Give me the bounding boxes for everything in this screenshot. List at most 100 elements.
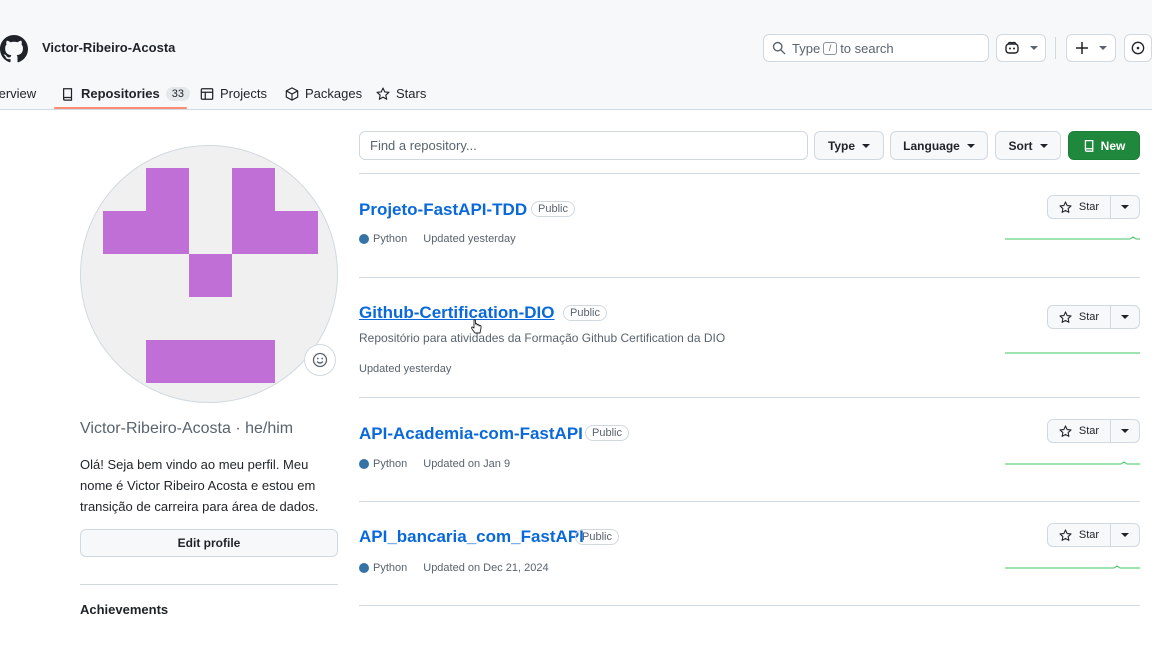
star-list-dropdown[interactable] xyxy=(1110,305,1140,329)
profile-name: Victor-Ribeiro-Acosta · he/him xyxy=(80,420,294,437)
activity-sparkline xyxy=(1005,236,1140,240)
browser-top-strip xyxy=(0,0,1152,23)
avatar-pixel xyxy=(232,211,318,254)
activity-sparkline xyxy=(1005,461,1140,465)
caret-down-icon xyxy=(862,143,871,148)
plus-icon xyxy=(1076,42,1088,54)
repo-updated: Updated on Jan 9 xyxy=(423,458,511,470)
star-list-dropdown[interactable] xyxy=(1110,419,1140,443)
type-filter-label: Type xyxy=(827,138,856,153)
tab-projects[interactable]: Projects xyxy=(200,77,267,110)
tab-repositories[interactable]: Repositories 33 xyxy=(61,77,190,110)
star-button[interactable]: Star xyxy=(1047,523,1111,547)
find-repository-input[interactable] xyxy=(359,131,808,160)
avatar-pixel xyxy=(146,168,189,211)
copilot-button[interactable] xyxy=(996,34,1046,62)
new-button-label: New xyxy=(1100,138,1126,153)
caret-down-icon xyxy=(1039,143,1048,148)
new-repository-button[interactable]: New xyxy=(1068,131,1140,160)
tab-label: Stars xyxy=(396,86,427,101)
header-divider xyxy=(1055,37,1056,59)
tab-overview[interactable]: Overview xyxy=(0,77,36,110)
star-label: Star xyxy=(1078,425,1100,437)
activity-sparkline xyxy=(1005,352,1140,354)
repo-count-badge: 33 xyxy=(165,86,190,101)
star-button[interactable]: Star xyxy=(1047,419,1111,443)
visibility-badge: Public xyxy=(575,529,619,545)
sort-button[interactable]: Sort xyxy=(995,131,1061,160)
star-button[interactable]: Star xyxy=(1047,305,1111,329)
search-shortcut-key: / xyxy=(823,41,838,55)
edit-profile-button[interactable]: Edit profile xyxy=(80,529,338,557)
active-tab-underline xyxy=(54,107,187,109)
language-filter-label: Language xyxy=(903,138,960,153)
create-new-button[interactable] xyxy=(1066,34,1116,62)
profile-bio: Olá! Seja bem vindo ao meu perfil. Meu n… xyxy=(80,457,319,514)
search-placeholder-post: to search xyxy=(840,40,894,56)
repo-language: Python xyxy=(373,562,408,574)
type-filter-button[interactable]: Type xyxy=(814,131,884,160)
caret-down-icon xyxy=(1121,315,1129,319)
chevron-down-icon xyxy=(1030,46,1038,50)
repo-description: Repositório para atividades da Formação … xyxy=(359,331,726,345)
repo-updated: Updated on Dec 21, 2024 xyxy=(423,562,549,574)
global-search-input[interactable]: Type / to search xyxy=(763,34,989,62)
star-icon xyxy=(1059,200,1072,213)
caret-down-icon xyxy=(1121,533,1129,537)
repo-meta: Python Updated on Dec 21, 2024 xyxy=(359,562,549,574)
activity-sparkline xyxy=(1005,565,1140,569)
achievements-heading[interactable]: Achievements xyxy=(80,602,168,617)
tab-packages[interactable]: Packages xyxy=(285,77,362,110)
visibility-badge: Public xyxy=(563,305,607,321)
repo-meta: Python Updated on Jan 9 xyxy=(359,458,510,470)
repo-meta: Python Updated yesterday xyxy=(359,233,516,245)
repo-link[interactable]: Projeto-FastAPI-TDD xyxy=(359,200,527,220)
repo-meta: Updated yesterday xyxy=(359,363,451,375)
star-button[interactable]: Star xyxy=(1047,195,1111,219)
smiley-icon xyxy=(312,352,328,368)
star-list-dropdown[interactable] xyxy=(1110,523,1140,547)
copilot-icon xyxy=(1005,41,1019,54)
caret-down-icon xyxy=(966,143,975,148)
github-header: Victor-Ribeiro-Acosta Type / to search O… xyxy=(0,23,1152,110)
list-divider xyxy=(359,397,1140,398)
star-icon xyxy=(1059,528,1072,541)
star-icon xyxy=(1059,310,1072,323)
list-divider xyxy=(359,173,1140,174)
avatar-pixel xyxy=(232,168,275,211)
avatar-pixel xyxy=(103,211,189,254)
profile-tabs: Overview Repositories 33 Projects Packag… xyxy=(0,77,1152,110)
list-divider xyxy=(359,277,1140,278)
star-icon xyxy=(376,86,390,100)
repo-updated: Updated yesterday xyxy=(423,233,516,245)
repo-icon xyxy=(63,87,73,101)
star-list-dropdown[interactable] xyxy=(1110,195,1140,219)
tab-label: Projects xyxy=(220,86,267,101)
tab-label: Repositories xyxy=(81,86,160,101)
list-divider xyxy=(359,501,1140,502)
sidebar-divider xyxy=(80,584,338,585)
mouse-pointer-icon xyxy=(471,319,482,334)
language-filter-button[interactable]: Language xyxy=(890,131,988,160)
sort-label: Sort xyxy=(1008,138,1033,153)
package-icon xyxy=(285,86,299,101)
issue-opened-icon xyxy=(1131,41,1145,55)
tab-label: Packages xyxy=(305,86,363,101)
avatar-pixel xyxy=(189,254,232,297)
github-logo-icon[interactable] xyxy=(0,35,28,63)
repo-link[interactable]: Github-Certification-DIO xyxy=(359,303,554,323)
header-username[interactable]: Victor-Ribeiro-Acosta xyxy=(42,40,175,55)
repo-language: Python xyxy=(373,233,408,245)
star-label: Star xyxy=(1078,201,1100,213)
repo-link[interactable]: API-Academia-com-FastAPI xyxy=(359,424,583,444)
avatar[interactable] xyxy=(80,145,338,403)
issues-button[interactable] xyxy=(1124,34,1152,62)
tab-stars[interactable]: Stars xyxy=(376,77,426,110)
star-label: Star xyxy=(1078,311,1100,323)
caret-down-icon xyxy=(1121,429,1129,433)
visibility-badge: Public xyxy=(531,201,575,217)
repo-link[interactable]: API_bancaria_com_FastAPI xyxy=(359,527,584,547)
star-label: Star xyxy=(1078,529,1100,541)
set-status-button[interactable] xyxy=(304,344,336,376)
star-icon xyxy=(1059,424,1072,437)
